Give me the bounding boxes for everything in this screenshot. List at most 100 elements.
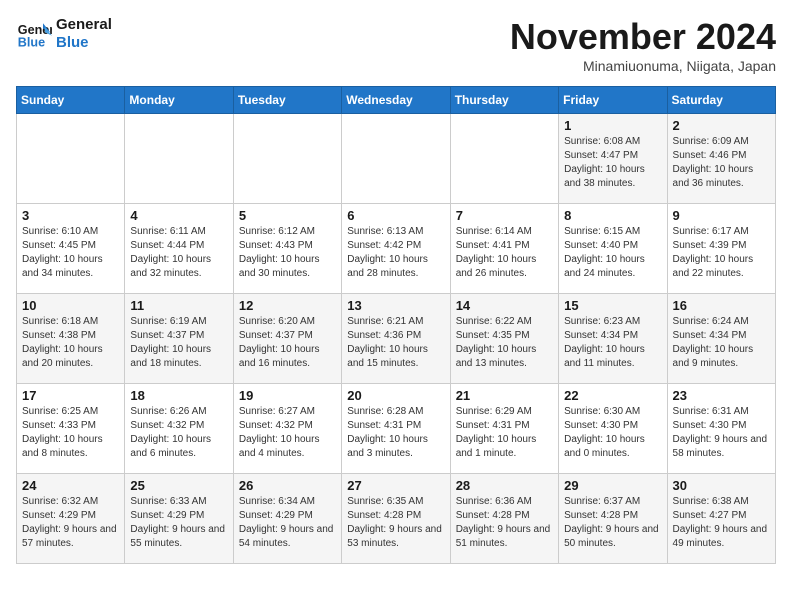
calendar-week-1: 1Sunrise: 6:08 AMSunset: 4:47 PMDaylight… [17,114,776,204]
cell-content: Sunset: 4:29 PM [130,509,227,523]
day-number: 23 [673,388,770,403]
day-number: 7 [456,208,553,223]
cell-content: Sunrise: 6:19 AM [130,315,227,329]
cell-content: Sunrise: 6:11 AM [130,225,227,239]
calendar-cell: 30Sunrise: 6:38 AMSunset: 4:27 PMDayligh… [667,474,775,564]
cell-content: Sunset: 4:37 PM [130,329,227,343]
calendar-cell: 18Sunrise: 6:26 AMSunset: 4:32 PMDayligh… [125,384,233,474]
calendar-cell: 26Sunrise: 6:34 AMSunset: 4:29 PMDayligh… [233,474,341,564]
cell-content: Daylight: 10 hours and 18 minutes. [130,343,227,371]
cell-content: Daylight: 10 hours and 24 minutes. [564,253,661,281]
cell-content: Sunset: 4:27 PM [673,509,770,523]
day-number: 9 [673,208,770,223]
cell-content: Daylight: 10 hours and 6 minutes. [130,433,227,461]
day-number: 26 [239,478,336,493]
calendar-table: SundayMondayTuesdayWednesdayThursdayFrid… [16,86,776,564]
calendar-cell: 5Sunrise: 6:12 AMSunset: 4:43 PMDaylight… [233,204,341,294]
day-number: 12 [239,298,336,313]
calendar-cell: 15Sunrise: 6:23 AMSunset: 4:34 PMDayligh… [559,294,667,384]
cell-content: Daylight: 9 hours and 49 minutes. [673,523,770,551]
calendar-cell: 2Sunrise: 6:09 AMSunset: 4:46 PMDaylight… [667,114,775,204]
cell-content: Sunset: 4:30 PM [673,419,770,433]
day-number: 10 [22,298,119,313]
cell-content: Sunrise: 6:24 AM [673,315,770,329]
cell-content: Daylight: 10 hours and 11 minutes. [564,343,661,371]
cell-content: Sunset: 4:37 PM [239,329,336,343]
cell-content: Daylight: 10 hours and 36 minutes. [673,163,770,191]
day-header-tuesday: Tuesday [233,87,341,114]
day-header-sunday: Sunday [17,87,125,114]
cell-content: Sunrise: 6:32 AM [22,495,119,509]
cell-content: Daylight: 10 hours and 20 minutes. [22,343,119,371]
calendar-cell: 1Sunrise: 6:08 AMSunset: 4:47 PMDaylight… [559,114,667,204]
cell-content: Sunset: 4:41 PM [456,239,553,253]
cell-content: Sunrise: 6:25 AM [22,405,119,419]
day-header-saturday: Saturday [667,87,775,114]
cell-content: Sunset: 4:31 PM [456,419,553,433]
cell-content: Sunrise: 6:13 AM [347,225,444,239]
cell-content: Sunset: 4:32 PM [239,419,336,433]
cell-content: Sunrise: 6:23 AM [564,315,661,329]
cell-content: Sunset: 4:31 PM [347,419,444,433]
cell-content: Sunset: 4:28 PM [347,509,444,523]
logo-line2: Blue [56,34,112,52]
calendar-cell: 16Sunrise: 6:24 AMSunset: 4:34 PMDayligh… [667,294,775,384]
calendar-cell: 25Sunrise: 6:33 AMSunset: 4:29 PMDayligh… [125,474,233,564]
calendar-cell: 10 Sunrise: 6:18 AMSunset: 4:38 PMDayligh… [17,294,125,384]
calendar-cell: 23Sunrise: 6:31 AMSunset: 4:30 PMDayligh… [667,384,775,474]
calendar-cell: 14Sunrise: 6:22 AMSunset: 4:35 PMDayligh… [450,294,558,384]
day-header-wednesday: Wednesday [342,87,450,114]
cell-content: Daylight: 10 hours and 28 minutes. [347,253,444,281]
cell-content: Daylight: 9 hours and 54 minutes. [239,523,336,551]
cell-content: Daylight: 10 hours and 38 minutes. [564,163,661,191]
cell-content: Daylight: 10 hours and 0 minutes. [564,433,661,461]
cell-content: Sunrise: 6:21 AM [347,315,444,329]
day-number: 18 [130,388,227,403]
cell-content: Sunset: 4:29 PM [239,509,336,523]
calendar-cell: 6Sunrise: 6:13 AMSunset: 4:42 PMDaylight… [342,204,450,294]
cell-content: Sunrise: 6:14 AM [456,225,553,239]
cell-content: Sunrise: 6:17 AM [673,225,770,239]
day-number: 14 [456,298,553,313]
calendar-cell [450,114,558,204]
logo-icon: General Blue [16,16,52,52]
cell-content: Sunrise: 6:28 AM [347,405,444,419]
calendar-cell: 8Sunrise: 6:15 AMSunset: 4:40 PMDaylight… [559,204,667,294]
cell-content: Sunset: 4:28 PM [456,509,553,523]
logo-line1: General [56,16,112,34]
day-number: 25 [130,478,227,493]
calendar-cell [125,114,233,204]
day-number: 20 [347,388,444,403]
cell-content: Sunset: 4:38 PM [22,329,119,343]
cell-content: Daylight: 10 hours and 9 minutes. [673,343,770,371]
cell-content: Sunset: 4:32 PM [130,419,227,433]
calendar-cell: 3Sunrise: 6:10 AMSunset: 4:45 PMDaylight… [17,204,125,294]
calendar-cell: 11Sunrise: 6:19 AMSunset: 4:37 PMDayligh… [125,294,233,384]
cell-content: Sunrise: 6:18 AM [22,315,119,329]
cell-content: Sunrise: 6:29 AM [456,405,553,419]
calendar-cell: 7Sunrise: 6:14 AMSunset: 4:41 PMDaylight… [450,204,558,294]
cell-content: Sunrise: 6:31 AM [673,405,770,419]
cell-content: Sunset: 4:47 PM [564,149,661,163]
svg-text:Blue: Blue [18,36,45,50]
cell-content: Daylight: 10 hours and 15 minutes. [347,343,444,371]
calendar-cell: 27Sunrise: 6:35 AMSunset: 4:28 PMDayligh… [342,474,450,564]
month-title: November 2024 [510,16,776,58]
calendar-cell: 4Sunrise: 6:11 AMSunset: 4:44 PMDaylight… [125,204,233,294]
calendar-week-3: 10Sunrise: 6:18 AMSunset: 4:38 PMDayligh… [17,294,776,384]
location: Minamiuonuma, Niigata, Japan [510,58,776,74]
calendar-cell: 28Sunrise: 6:36 AMSunset: 4:28 PMDayligh… [450,474,558,564]
day-number: 21 [456,388,553,403]
day-number: 8 [564,208,661,223]
calendar-week-5: 24Sunrise: 6:32 AMSunset: 4:29 PMDayligh… [17,474,776,564]
cell-content: Sunrise: 6:27 AM [239,405,336,419]
cell-content: Sunrise: 6:10 AM [22,225,119,239]
day-number: 17 [22,388,119,403]
day-number: 22 [564,388,661,403]
calendar-header-row: SundayMondayTuesdayWednesdayThursdayFrid… [17,87,776,114]
page-header: General Blue General Blue November 2024 … [16,16,776,74]
calendar-cell: 13Sunrise: 6:21 AMSunset: 4:36 PMDayligh… [342,294,450,384]
cell-content: Daylight: 10 hours and 34 minutes. [22,253,119,281]
calendar-cell: 19Sunrise: 6:27 AMSunset: 4:32 PMDayligh… [233,384,341,474]
logo: General Blue General Blue [16,16,112,52]
